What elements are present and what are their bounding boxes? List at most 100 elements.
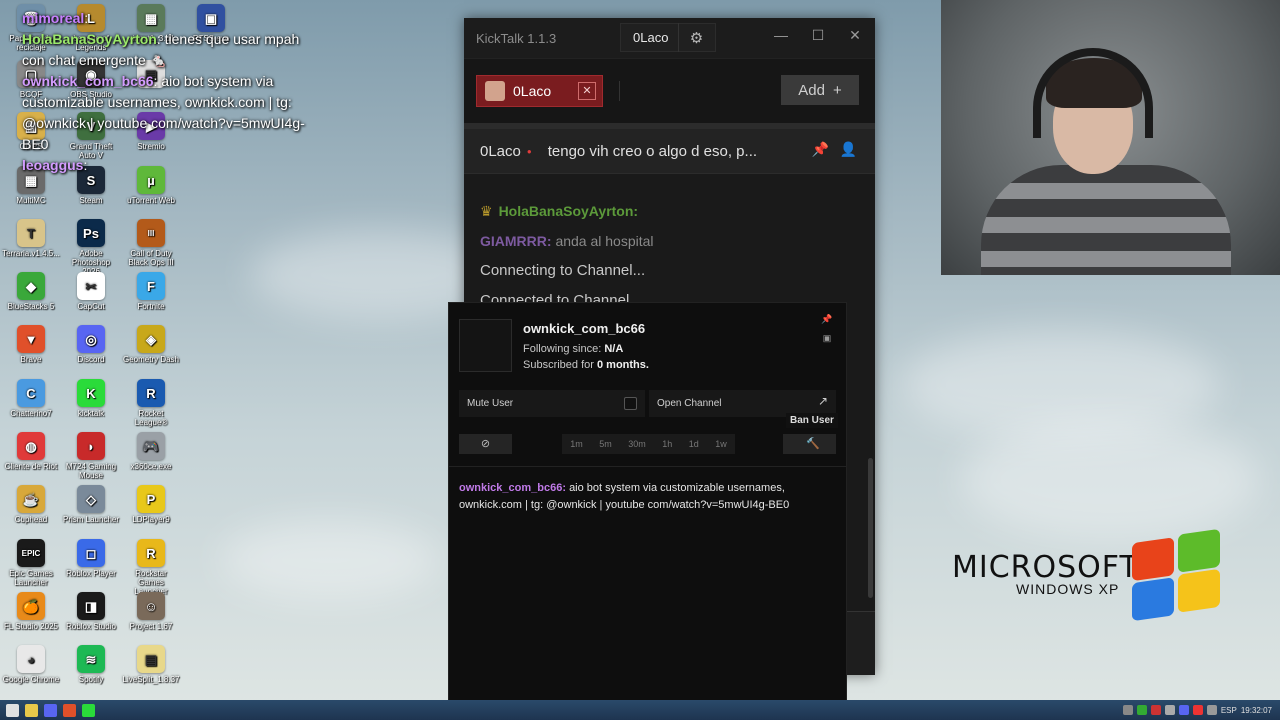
message-username[interactable]: GIAMRRR:: [480, 233, 552, 249]
overlay-message: HolaBanaSoyAyrton: tienes que usar mpah …: [22, 29, 322, 71]
stream-chat-overlay: mimoreal: HolaBanaSoyAyrton: tienes que …: [22, 8, 322, 176]
desktop-icon-label: x360ce.exe: [130, 462, 172, 471]
desktop-icon[interactable]: ◇ Prism Launcher: [62, 485, 120, 524]
desktop-icon[interactable]: 🍊 FL Studio 2025: [2, 592, 60, 631]
tab-channel-0laco[interactable]: 0Laco ✕: [476, 75, 603, 107]
gear-icon[interactable]: ⚙: [679, 29, 713, 47]
discord-taskbar-icon[interactable]: [44, 703, 57, 717]
desktop-icon-label: Cliente de Riot: [4, 462, 58, 471]
desktop-icon[interactable]: ▼ Brave: [2, 325, 60, 364]
file-explorer-icon[interactable]: [25, 703, 38, 717]
desktop-icon-label: LDPlayer9: [132, 515, 170, 524]
pinned-message[interactable]: 0Laco ● tengo vih creo o algo d eso, p..…: [464, 129, 875, 174]
user-icon[interactable]: 👤: [840, 141, 857, 158]
timeout-1d-button[interactable]: 1d: [689, 439, 699, 449]
desktop-icon[interactable]: ◆ BlueStacks 5: [2, 272, 60, 311]
tray-icon[interactable]: [1178, 705, 1189, 715]
app-icon: ◕: [17, 645, 45, 673]
language-indicator[interactable]: ESP: [1221, 706, 1237, 715]
desktop-icon[interactable]: ▤ LiveSplit_1.8.37: [122, 645, 180, 684]
chat-input-edge[interactable]: [846, 611, 875, 675]
timeout-1h-button[interactable]: 1h: [662, 439, 672, 449]
desktop-icon[interactable]: ◗ M724 Gaming Mouse: [62, 432, 120, 480]
mute-user-checkbox[interactable]: [624, 397, 637, 410]
desktop-icon-label: Prism Launcher: [62, 515, 120, 524]
mute-user-toggle[interactable]: Mute User: [459, 390, 645, 417]
app-icon: K: [77, 379, 105, 407]
close-tab-icon[interactable]: ✕: [578, 82, 596, 100]
tray-icon[interactable]: [1150, 705, 1161, 715]
desktop-icon[interactable]: C Chatterino7: [2, 379, 60, 418]
desktop-icon[interactable]: R Rocket League®: [122, 379, 180, 427]
following-value: N/A: [604, 343, 624, 355]
chat-message: GIAMRRR: anda al hospital: [480, 226, 859, 256]
desktop-icon-label: Rocket League®: [134, 409, 168, 427]
desktop-icon[interactable]: ≋ Spotify: [62, 645, 120, 684]
maximize-icon[interactable]: ☐: [808, 27, 828, 44]
desktop-icon-label: Fortnite: [137, 302, 165, 311]
desktop-icon[interactable]: ☕ Cuphead: [2, 485, 60, 524]
message-text: anda al hospital: [555, 233, 654, 249]
pinned-username[interactable]: 0Laco: [480, 143, 521, 160]
desktop-icon[interactable]: EPIC Epic Games Launcher: [2, 539, 60, 587]
start-icon[interactable]: [6, 703, 19, 717]
brave-taskbar-icon[interactable]: [63, 703, 76, 717]
ban-user-button[interactable]: 🔨: [783, 434, 836, 454]
app-icon: ◨: [77, 592, 105, 620]
desktop-icon[interactable]: ◈ Geometry Dash: [122, 325, 180, 364]
clock[interactable]: 19:32:07: [1241, 706, 1272, 715]
chat-message: [480, 182, 859, 196]
desktop-icon[interactable]: P LDPlayer9: [122, 485, 180, 524]
desktop-icon[interactable]: ◻ Roblox Player: [62, 539, 120, 578]
app-icon: ☺: [137, 592, 165, 620]
unban-button[interactable]: ⊘: [459, 434, 512, 454]
desktop-icon[interactable]: RRockstar Games Launcher: [122, 539, 180, 596]
timeout-1w-button[interactable]: 1w: [715, 439, 727, 449]
current-user-name: 0Laco: [621, 23, 680, 52]
app-icon: ◻: [77, 539, 105, 567]
desktop-icon[interactable]: 🎮 x360ce.exe: [122, 432, 180, 471]
add-channel-label: Add: [798, 81, 825, 99]
tray-icon[interactable]: [1164, 705, 1175, 715]
desktop-icon[interactable]: PsAdobe Photoshop 2026: [62, 219, 120, 276]
pin-icon[interactable]: 📌: [812, 141, 829, 158]
channel-tabbar: 0Laco ✕ Add +: [464, 58, 875, 123]
app-icon: III: [137, 219, 165, 247]
desktop-icon[interactable]: ☺ Project 1.67: [122, 592, 180, 631]
desktop-icon[interactable]: ◍ Cliente de Riot: [2, 432, 60, 471]
overlay-username: ownkick_com_bc66: [22, 73, 154, 89]
copy-icon[interactable]: ▣: [820, 331, 834, 345]
close-icon[interactable]: ✕: [845, 27, 865, 44]
open-channel-label: Open Channel: [657, 398, 722, 409]
cloud: [220, 520, 440, 600]
add-channel-button[interactable]: Add +: [781, 75, 859, 105]
desktop-icon[interactable]: F Fortnite: [122, 272, 180, 311]
message-username[interactable]: HolaBanaSoyAyrton:: [499, 203, 639, 219]
pin-popup-icon[interactable]: 📌: [820, 312, 834, 326]
tray-icon[interactable]: [1192, 705, 1203, 715]
webcam-feed: [941, 0, 1280, 275]
subscribed-for: Subscribed for 0 months.: [523, 359, 649, 371]
overlay-username: leoaggus: [22, 157, 84, 173]
current-user-menu[interactable]: 0Laco ⚙: [620, 23, 716, 52]
desktop-icon[interactable]: T Terraria.v1.4.5...: [2, 219, 60, 258]
app-icon: ◎: [77, 325, 105, 353]
desktop-icon[interactable]: III Call of Duty Black Ops III: [122, 219, 180, 267]
desktop-icon[interactable]: ◕ Google Chrome: [2, 645, 60, 684]
tray-icon[interactable]: [1206, 705, 1217, 715]
titlebar[interactable]: KickTalk 1.1.3 0Laco ⚙ — ☐ ✕: [464, 18, 875, 58]
desktop-icon[interactable]: ◨ Roblox Studio: [62, 592, 120, 631]
desktop-icon[interactable]: ✂ CapCut: [62, 272, 120, 311]
minimize-icon[interactable]: —: [771, 27, 791, 43]
timeout-5m-button[interactable]: 5m: [599, 439, 612, 449]
kicktalk-taskbar-icon[interactable]: [82, 703, 95, 717]
desktop-icon[interactable]: Kkicktalk: [62, 379, 120, 418]
tray-icon[interactable]: [1136, 705, 1147, 715]
timeout-30m-button[interactable]: 30m: [628, 439, 646, 449]
tray-icon[interactable]: [1122, 705, 1133, 715]
app-icon: R: [137, 379, 165, 407]
chat-scrollbar[interactable]: [868, 458, 873, 598]
desktop-icon[interactable]: ◎ Discord: [62, 325, 120, 364]
desktop-icon-label: Steam: [79, 196, 103, 205]
timeout-1m-button[interactable]: 1m: [570, 439, 583, 449]
